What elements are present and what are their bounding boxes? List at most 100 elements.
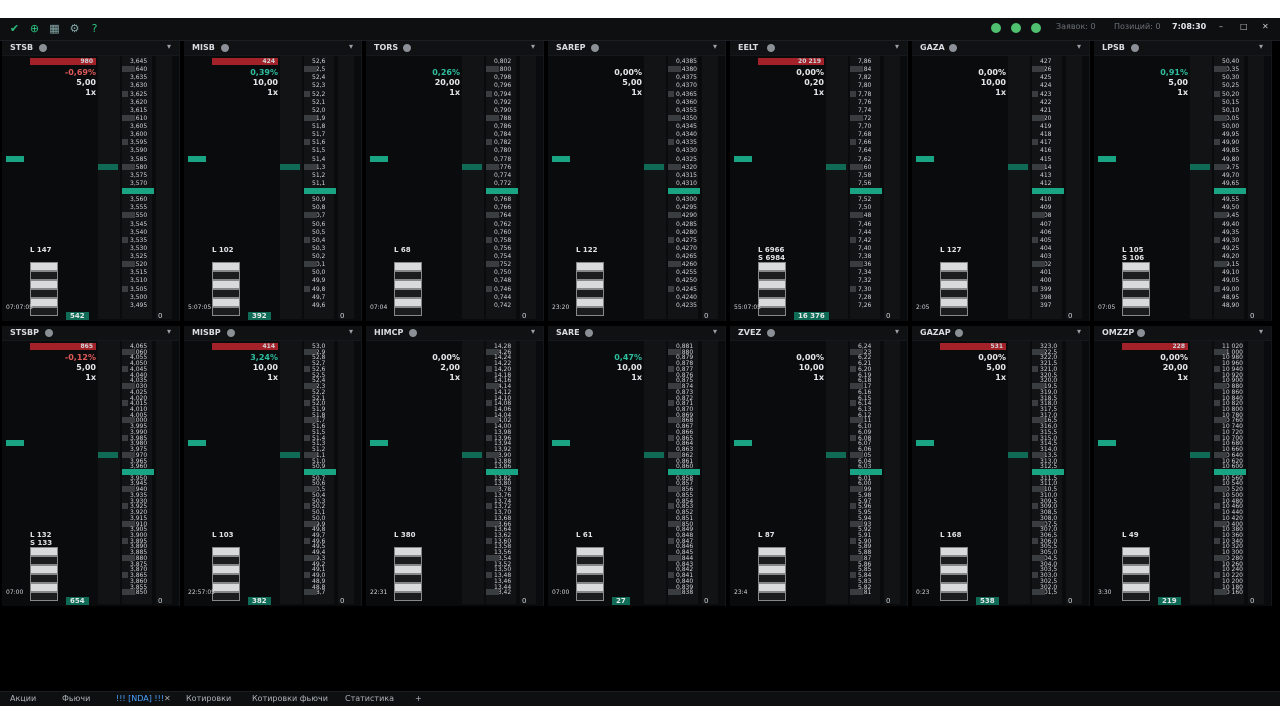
price-level[interactable]: 50,2 <box>312 253 325 260</box>
panel-close-icon[interactable] <box>45 329 53 337</box>
position-box[interactable] <box>30 556 58 565</box>
position-box[interactable] <box>212 271 240 280</box>
price-level[interactable]: 399 <box>1040 286 1051 293</box>
price-level[interactable]: 49,25 <box>1222 245 1239 252</box>
price-level[interactable]: 3,525 <box>130 253 147 260</box>
position-box[interactable] <box>30 574 58 583</box>
price-level[interactable]: 0,4345 <box>676 123 697 130</box>
price-level[interactable]: 3,530 <box>130 245 147 252</box>
price-level[interactable]: 0,750 <box>494 269 511 276</box>
position-box[interactable] <box>212 280 240 289</box>
price-level[interactable]: 0,794 <box>494 91 511 98</box>
position-box[interactable] <box>212 262 240 271</box>
price-level[interactable]: 50,3 <box>312 245 325 252</box>
price-level[interactable]: 49,8 <box>312 286 325 293</box>
price-level[interactable]: 0,774 <box>494 172 511 179</box>
position-box[interactable] <box>940 565 968 574</box>
price-level[interactable]: 418 <box>1040 131 1051 138</box>
position-box[interactable] <box>212 583 240 592</box>
panel-ticker[interactable]: MISBP <box>192 328 221 337</box>
position-box[interactable] <box>394 262 422 271</box>
position-box[interactable] <box>1122 565 1150 574</box>
position-box[interactable] <box>1122 592 1150 601</box>
position-box[interactable] <box>394 307 422 316</box>
price-level[interactable]: 0,4335 <box>676 139 697 146</box>
price-level[interactable]: 0,4245 <box>676 286 697 293</box>
price-level[interactable]: 401 <box>1040 269 1051 276</box>
price-level[interactable]: 51,1 <box>312 180 325 187</box>
price-level[interactable]: 0,798 <box>494 74 511 81</box>
position-box[interactable] <box>758 583 786 592</box>
price-level[interactable]: 7,34 <box>858 269 871 276</box>
price-level[interactable]: 3,635 <box>130 74 147 81</box>
position-box[interactable] <box>576 271 604 280</box>
position-box[interactable] <box>758 547 786 556</box>
price-level[interactable]: 7,66 <box>858 139 871 146</box>
price-level[interactable]: 3,575 <box>130 172 147 179</box>
maximize-icon[interactable]: □ <box>1240 22 1248 31</box>
panel-ticker[interactable]: EELT <box>738 43 758 52</box>
panel-close-icon[interactable] <box>227 329 235 337</box>
close-icon[interactable]: ✕ <box>1262 22 1269 31</box>
price-level[interactable]: 52,0 <box>312 107 325 114</box>
price-level[interactable]: 50,00 <box>1222 123 1239 130</box>
panel-menu-icon[interactable]: ▾ <box>895 42 899 51</box>
price-level[interactable]: 7,50 <box>858 204 871 211</box>
position-box[interactable] <box>758 565 786 574</box>
price-level[interactable]: 0,754 <box>494 253 511 260</box>
position-box[interactable] <box>576 307 604 316</box>
panel-menu-icon[interactable]: ▾ <box>349 327 353 336</box>
price-level[interactable]: 0,4270 <box>676 245 697 252</box>
price-level[interactable]: 0,782 <box>494 139 511 146</box>
position-box[interactable] <box>576 592 604 601</box>
price-level[interactable]: 0,4300 <box>676 196 697 203</box>
price-level[interactable]: 397 <box>1040 302 1051 309</box>
price-level[interactable]: 49,50 <box>1222 204 1239 211</box>
position-box[interactable] <box>212 307 240 316</box>
position-box[interactable] <box>394 583 422 592</box>
price-level[interactable]: 0,802 <box>494 58 511 65</box>
panel-close-icon[interactable] <box>409 329 417 337</box>
price-level[interactable]: 0,792 <box>494 99 511 106</box>
position-box[interactable] <box>758 262 786 271</box>
price-level[interactable]: 49,70 <box>1222 172 1239 179</box>
price-level[interactable]: 49,00 <box>1222 286 1239 293</box>
price-level[interactable]: 49,65 <box>1222 180 1239 187</box>
price-level[interactable]: 398 <box>1040 294 1051 301</box>
price-level[interactable]: 49,10 <box>1222 269 1239 276</box>
panel-close-icon[interactable] <box>584 329 593 337</box>
price-level[interactable]: 0,4360 <box>676 99 697 106</box>
position-box[interactable] <box>394 271 422 280</box>
position-box[interactable] <box>394 556 422 565</box>
price-level[interactable]: 7,42 <box>858 237 871 244</box>
price-level[interactable]: 3,535 <box>130 237 147 244</box>
panel-close-icon[interactable] <box>402 44 411 52</box>
panel-ticker[interactable]: GAZA <box>920 43 945 52</box>
price-level[interactable]: 3,515 <box>130 269 147 276</box>
price-level[interactable]: 0,4280 <box>676 229 697 236</box>
panel-menu-icon[interactable]: ▾ <box>531 42 535 51</box>
position-box[interactable] <box>1122 547 1150 556</box>
price-level[interactable]: 51,2 <box>312 172 325 179</box>
position-box[interactable] <box>940 574 968 583</box>
price-level[interactable]: 0,4255 <box>676 269 697 276</box>
panel-ticker[interactable]: MISB <box>192 43 215 52</box>
price-level[interactable]: 0,4375 <box>676 74 697 81</box>
price-level[interactable]: 7,26 <box>858 302 871 309</box>
panel-close-icon[interactable] <box>955 329 963 337</box>
position-box[interactable] <box>576 298 604 307</box>
position-box[interactable] <box>576 556 604 565</box>
price-level[interactable]: 52,6 <box>312 58 325 65</box>
position-box[interactable] <box>940 592 968 601</box>
position-box[interactable] <box>30 592 58 601</box>
position-box[interactable] <box>758 556 786 565</box>
panel-menu-icon[interactable]: ▾ <box>167 327 171 336</box>
panel-ticker[interactable]: LPSB <box>1102 43 1125 52</box>
price-level[interactable]: 0,746 <box>494 286 511 293</box>
position-box[interactable] <box>1122 307 1150 316</box>
price-level[interactable]: 0,4325 <box>676 156 697 163</box>
price-level[interactable]: 7,64 <box>858 147 871 154</box>
price-level[interactable]: 49,55 <box>1222 196 1239 203</box>
panel-ticker[interactable]: GAZAP <box>920 328 951 337</box>
price-level[interactable]: 7,46 <box>858 221 871 228</box>
